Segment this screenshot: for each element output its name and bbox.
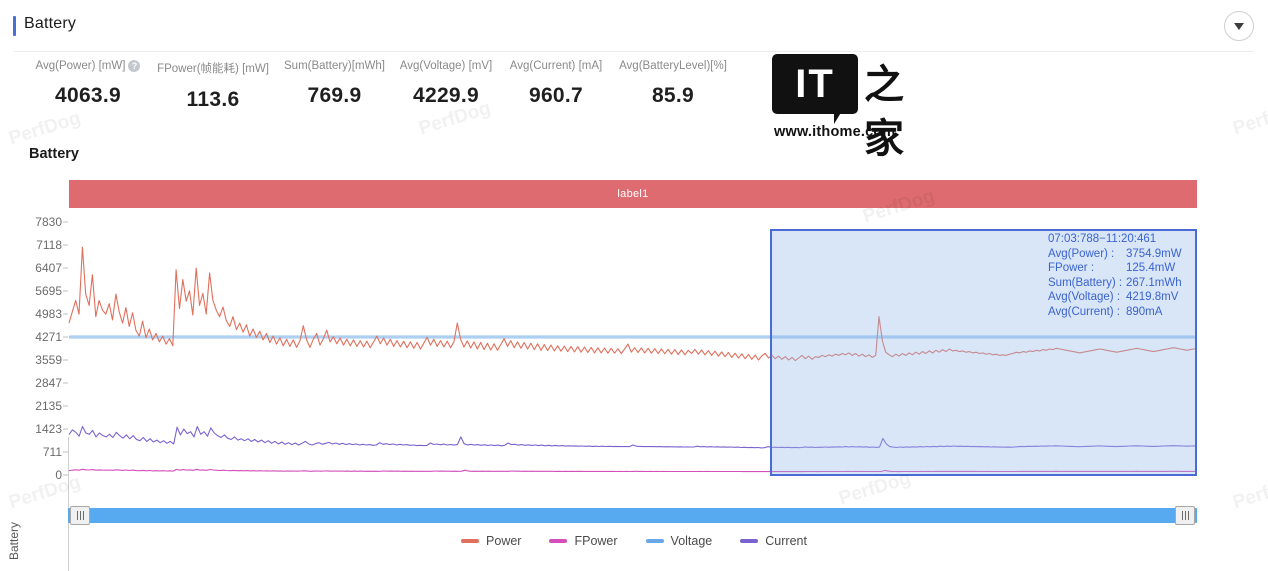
legend-swatch — [740, 539, 758, 543]
metric-value: 769.9 — [281, 84, 388, 108]
ithome-logo-tail — [834, 111, 842, 124]
y-axis-tick-label: 4983 — [0, 307, 62, 321]
metric-label: FPower(帧能耗) [mW] — [152, 60, 274, 76]
label-band[interactable]: label1 — [69, 180, 1197, 208]
y-axis-ticks: 7830 7118 6407 5695 4983 4271 3559 2847 2135 1423… — [0, 215, 62, 480]
y-axis-tick-label: 6407 — [0, 261, 62, 275]
legend-item-voltage[interactable]: Voltage — [646, 534, 713, 548]
legend-label: Power — [486, 534, 521, 548]
header-accent-bar — [13, 16, 16, 36]
label-band-text: label1 — [617, 188, 648, 200]
page-title: Battery — [24, 15, 76, 33]
y-axis-tick-label: 2135 — [0, 399, 62, 413]
range-handle-left-icon[interactable] — [70, 506, 90, 525]
y-axis-tick-mark — [63, 222, 68, 223]
y-axis-tick-label: 2847 — [0, 376, 62, 390]
metric-2: FPower(帧能耗) [mW] 113.6 — [152, 60, 274, 112]
selection-stat-value: 3754.9mW — [1126, 247, 1182, 262]
header-divider — [14, 51, 1254, 52]
selection-stat-row: Avg(Power) :3754.9mW — [1048, 247, 1198, 262]
selection-stat-key: Avg(Current) : — [1048, 305, 1126, 320]
metric-6: Avg(BatteryLevel)[%] 85.9 — [613, 60, 733, 108]
ithome-url: www.ithome.com — [774, 124, 896, 140]
metric-summary: Avg(Power) [mW]? 4063.9 FPower(帧能耗) [mW] 11… — [0, 60, 760, 130]
legend-label: FPower — [574, 534, 617, 548]
metric-label: Avg(Power) [mW]? — [28, 60, 148, 72]
y-axis-tick-mark — [63, 360, 68, 361]
metric-label-text: Avg(BatteryLevel)[%] — [619, 60, 727, 72]
legend-label: Current — [765, 534, 807, 548]
battery-panel: Battery Avg(Power) [mW]?4063.9FPower(帧能耗… — [0, 0, 1268, 571]
y-axis-tick-label: 1423 — [0, 422, 62, 436]
ithome-watermark: IT 之家 www.ithome.com — [772, 54, 922, 144]
selection-tooltip: 07:03:788−11:20:461Avg(Power) :3754.9mWF… — [1048, 232, 1198, 320]
selection-stat-row: Sum(Battery) :267.1mWh — [1048, 276, 1198, 291]
y-axis-tick-label: 711 — [0, 445, 62, 459]
metric-label-text: Avg(Voltage) [mV] — [400, 60, 492, 72]
selection-stat-row: Avg(Current) :890mA — [1048, 305, 1198, 320]
selection-stat-key: Avg(Power) : — [1048, 247, 1126, 262]
selection-stat-row: FPower :125.4mW — [1048, 261, 1198, 276]
y-axis-tick-label: 7118 — [0, 238, 62, 252]
legend-swatch — [461, 539, 479, 543]
chevron-down-icon — [1234, 23, 1244, 30]
range-slider-track[interactable] — [68, 508, 1197, 523]
y-axis-tick-mark — [63, 383, 68, 384]
selection-stat-key: FPower : — [1048, 261, 1126, 276]
y-axis-tick-mark — [63, 336, 68, 337]
y-axis-tick-mark — [63, 313, 68, 314]
collapse-button[interactable] — [1224, 11, 1254, 41]
metric-label: Avg(Voltage) [mV] — [390, 60, 502, 72]
legend-swatch — [646, 539, 664, 543]
metric-value: 85.9 — [613, 84, 733, 108]
ithome-logo-badge: IT — [772, 54, 858, 114]
chart-title: Battery — [29, 146, 79, 162]
y-axis-tick-label: 7830 — [0, 215, 62, 229]
help-icon[interactable]: ? — [128, 60, 140, 72]
chart-legend: Power FPower Voltage Current — [0, 531, 1268, 551]
y-axis-tick-label: 4271 — [0, 330, 62, 344]
metric-label-text: Avg(Power) [mW] — [36, 60, 126, 72]
panel-header: Battery — [0, 0, 1268, 52]
legend-label: Voltage — [671, 534, 713, 548]
y-axis-tick-mark — [63, 290, 68, 291]
y-axis-tick-mark — [63, 267, 68, 268]
metric-3: Sum(Battery)[mWh] 769.9 — [281, 60, 388, 108]
legend-item-fpower[interactable]: FPower — [549, 534, 617, 548]
metric-value: 960.7 — [500, 84, 612, 108]
metric-label-text: FPower(帧能耗) [mW] — [157, 60, 269, 76]
metric-value: 113.6 — [152, 88, 274, 112]
y-axis-tick-mark — [63, 245, 68, 246]
y-axis-tick-label: 5695 — [0, 284, 62, 298]
selection-stat-value: 125.4mW — [1126, 261, 1175, 276]
metric-value: 4063.9 — [28, 84, 148, 108]
range-handle-right-icon[interactable] — [1175, 506, 1195, 525]
metric-label: Avg(Current) [mA] — [500, 60, 612, 72]
metric-label-text: Sum(Battery)[mWh] — [284, 60, 385, 72]
selection-stat-value: 4219.8mV — [1126, 290, 1178, 305]
legend-item-power[interactable]: Power — [461, 534, 521, 548]
y-axis-tick-mark — [63, 406, 68, 407]
metric-1: Avg(Power) [mW]? 4063.9 — [28, 60, 148, 108]
selection-stat-row: Avg(Voltage) :4219.8mV — [1048, 290, 1198, 305]
legend-swatch — [549, 539, 567, 543]
selection-stat-key: Avg(Voltage) : — [1048, 290, 1126, 305]
perfdog-watermark: PerfDog — [1230, 98, 1268, 141]
metric-label: Avg(BatteryLevel)[%] — [613, 60, 733, 72]
selection-stat-value: 890mA — [1126, 305, 1162, 320]
legend-item-current[interactable]: Current — [740, 534, 807, 548]
metric-label: Sum(Battery)[mWh] — [281, 60, 388, 72]
selection-stat-value: 267.1mWh — [1126, 276, 1182, 291]
y-axis-tick-mark — [63, 429, 68, 430]
selection-time-range: 07:03:788−11:20:461 — [1048, 232, 1198, 247]
metric-5: Avg(Current) [mA] 960.7 — [500, 60, 612, 108]
ithome-logo-cn: 之家 — [864, 58, 922, 166]
y-axis-tick-label: 3559 — [0, 353, 62, 367]
metric-label-text: Avg(Current) [mA] — [510, 60, 602, 72]
selection-stat-key: Sum(Battery) : — [1048, 276, 1126, 291]
range-slider[interactable] — [68, 506, 1197, 526]
